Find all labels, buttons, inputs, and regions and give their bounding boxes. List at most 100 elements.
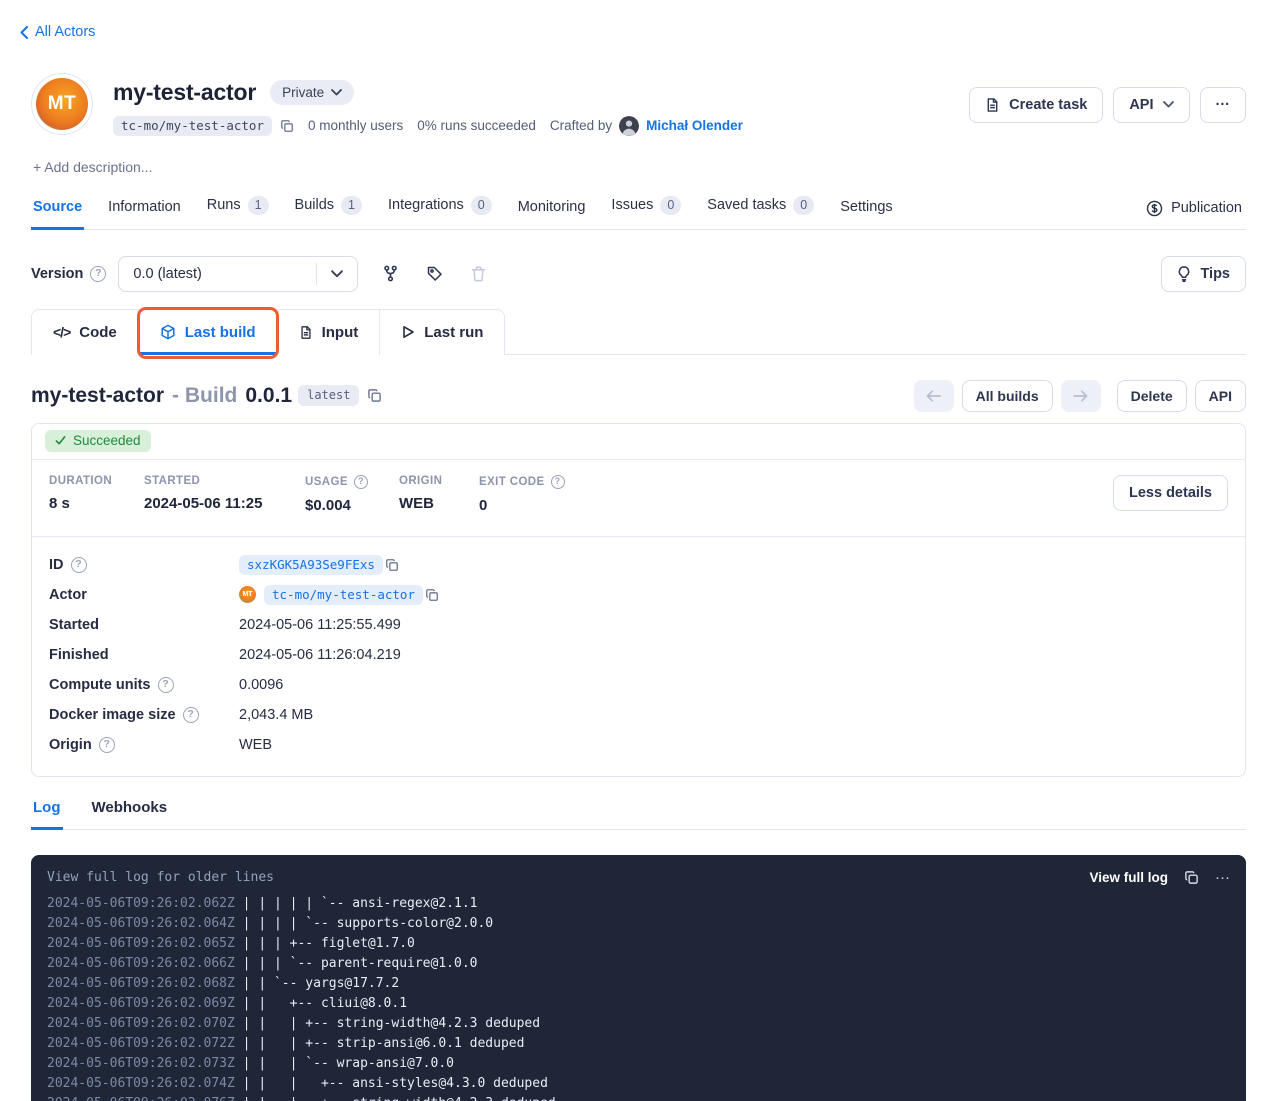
log-line: 2024-05-06T09:26:02.072Z | | | +-- strip… [47, 1034, 1230, 1054]
monthly-users-stat: 0 monthly users [308, 118, 403, 133]
log-line: 2024-05-06T09:26:02.070Z | | | +-- strin… [47, 1014, 1230, 1034]
detail-text: 2024-05-06 11:26:04.219 [239, 647, 401, 663]
help-icon[interactable]: ? [158, 677, 174, 693]
back-to-all-actors-link[interactable]: All Actors [20, 24, 95, 40]
tab-runs[interactable]: Runs 1 [205, 196, 271, 230]
build-card: Succeeded DURATION 8 s STARTED 2024-05-0… [31, 423, 1246, 777]
tab-last-build[interactable]: Last build [139, 310, 278, 355]
tab-issues[interactable]: Issues 0 [609, 196, 683, 230]
stat-value: WEB [399, 495, 479, 512]
stat: USAGE ? $0.004 [305, 475, 399, 514]
help-icon[interactable]: ? [90, 266, 106, 282]
package-icon [160, 324, 176, 340]
copy-icon[interactable] [367, 388, 382, 403]
tab-badge: 0 [660, 196, 681, 215]
detail-label: ID [49, 557, 64, 573]
tag-icon[interactable] [423, 262, 447, 286]
log-text: | | | +-- string-width@4.2.3 deduped [243, 1096, 556, 1101]
help-icon[interactable]: ? [354, 475, 368, 489]
stat-label: DURATION [49, 475, 112, 487]
help-icon[interactable]: ? [71, 557, 87, 573]
more-actions-button[interactable]: ··· [1200, 87, 1247, 123]
tips-button[interactable]: Tips [1161, 256, 1246, 292]
tab-integrations[interactable]: Integrations 0 [386, 196, 494, 230]
view-tabs: </> Code Last build Input Last run [31, 309, 1246, 355]
publication-link[interactable]: Publication [1146, 200, 1242, 229]
delete-build-button[interactable]: Delete [1117, 380, 1187, 412]
stat: STARTED 2024-05-06 11:25 [144, 475, 305, 512]
log-text: | | | `-- wrap-ansi@7.0.0 [243, 1056, 454, 1071]
ellipsis-icon: ··· [1216, 97, 1231, 113]
stat: DURATION 8 s [49, 475, 144, 512]
all-builds-button[interactable]: All builds [962, 380, 1053, 412]
detail-label: Origin [49, 737, 92, 753]
tab-last-run[interactable]: Last run [380, 310, 504, 355]
help-icon[interactable]: ? [99, 737, 115, 753]
build-api-button[interactable]: API [1195, 380, 1246, 412]
tab-code[interactable]: </> Code [32, 310, 139, 355]
actor-avatar-initials: MT [36, 78, 88, 130]
log-timestamp: 2024-05-06T09:26:02.072Z [47, 1036, 243, 1051]
git-branch-icon[interactable] [378, 261, 403, 286]
detail-row: Actor MT tc-mo/my-test-actor [49, 580, 1228, 610]
log-line: 2024-05-06T09:26:02.068Z | | `-- yargs@1… [47, 974, 1230, 994]
version-label: Version ? [31, 266, 106, 282]
detail-label: Started [49, 617, 99, 633]
help-icon[interactable]: ? [183, 707, 199, 723]
trash-icon[interactable] [467, 262, 490, 286]
detail-row: ID ? sxzKGK5A93Se9FExs [49, 550, 1228, 580]
tab-label: Builds [295, 197, 335, 213]
view-full-log-button[interactable]: View full log [1089, 870, 1168, 885]
detail-tag[interactable]: tc-mo/my-test-actor [264, 585, 423, 605]
detail-text: 2024-05-06 11:25:55.499 [239, 617, 401, 633]
actor-avatar-mini: MT [239, 586, 256, 603]
less-details-button[interactable]: Less details [1113, 475, 1228, 511]
play-icon [401, 325, 415, 339]
copy-icon[interactable] [280, 119, 294, 133]
detail-text: 2,043.4 MB [239, 707, 313, 723]
chevron-down-icon [331, 89, 342, 96]
log-tab-webhooks[interactable]: Webhooks [90, 799, 170, 830]
ellipsis-icon[interactable]: ··· [1215, 870, 1230, 885]
build-log-terminal: View full log for older lines View full … [31, 855, 1246, 1101]
visibility-dropdown[interactable]: Private [270, 80, 354, 105]
api-dropdown-button[interactable]: API [1113, 87, 1189, 123]
tab-saved-tasks[interactable]: Saved tasks 0 [705, 196, 816, 230]
stat-label: STARTED [144, 475, 200, 487]
log-text: | | | +-- string-width@4.2.3 deduped [243, 1016, 540, 1031]
check-icon [55, 435, 66, 446]
log-line: 2024-05-06T09:26:02.066Z | | | `-- paren… [47, 954, 1230, 974]
view-older-lines-link[interactable]: View full log for older lines [47, 870, 274, 885]
status-badge: Succeeded [45, 430, 151, 452]
tab-settings[interactable]: Settings [838, 199, 894, 230]
copy-icon[interactable] [1184, 870, 1199, 885]
log-tab-log[interactable]: Log [31, 799, 63, 830]
tab-monitoring[interactable]: Monitoring [516, 199, 588, 230]
stat-label: ORIGIN [399, 475, 442, 487]
tab-badge: 1 [341, 196, 362, 215]
code-icon: </> [53, 324, 70, 340]
runs-succeeded-stat: 0% runs succeeded [417, 118, 536, 133]
copy-icon[interactable] [385, 558, 399, 572]
author-link[interactable]: Michał Olender [646, 118, 743, 133]
tab-input[interactable]: Input [278, 310, 381, 355]
detail-row: Docker image size ? 2,043.4 MB [49, 700, 1228, 730]
stat-label: EXIT CODE [479, 476, 545, 488]
tab-builds[interactable]: Builds 1 [293, 196, 364, 230]
previous-build-button[interactable] [914, 380, 954, 412]
lightbulb-icon [1177, 266, 1191, 282]
help-icon[interactable]: ? [551, 475, 565, 489]
build-title: my-test-actor - Build 0.0.1 [31, 384, 292, 408]
main-tabs: Source Information Runs 1 Builds 1 Integ… [31, 196, 1246, 230]
copy-icon[interactable] [425, 588, 439, 602]
next-build-button[interactable] [1061, 380, 1101, 412]
tab-source[interactable]: Source [31, 199, 84, 230]
log-timestamp: 2024-05-06T09:26:02.069Z [47, 996, 243, 1011]
version-select[interactable]: 0.0 (latest) [118, 256, 358, 292]
add-description-link[interactable]: + Add description... [33, 159, 1269, 175]
stat-label: USAGE [305, 476, 348, 488]
actor-avatar: MT [31, 73, 93, 135]
tab-information[interactable]: Information [106, 199, 183, 230]
create-task-button[interactable]: Create task [969, 87, 1103, 123]
detail-text: WEB [239, 737, 272, 753]
